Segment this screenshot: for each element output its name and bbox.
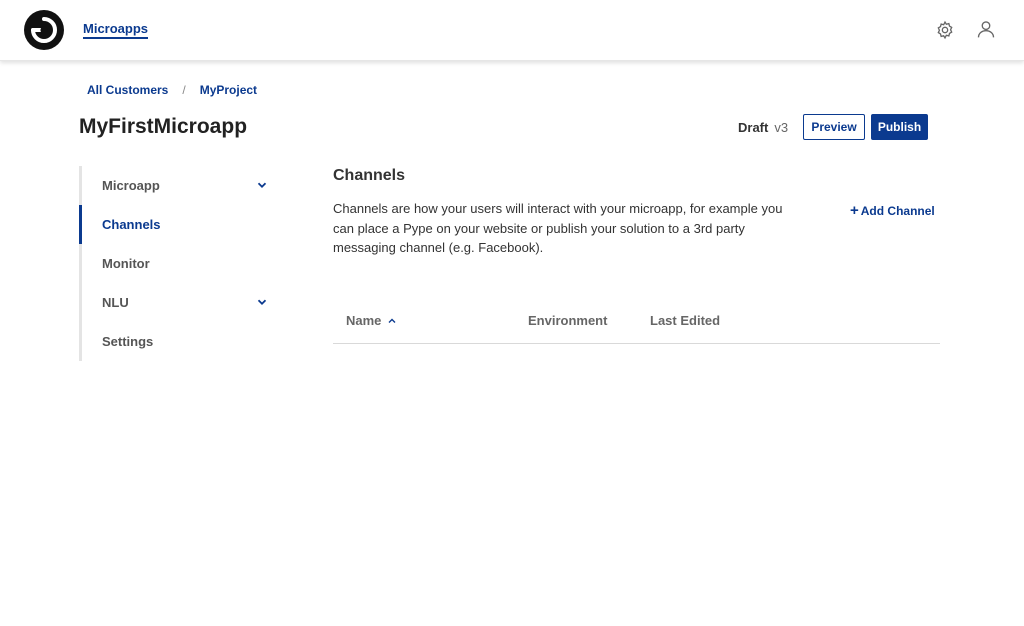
chevron-down-icon[interactable] (257, 180, 267, 190)
sidebar-item-nlu[interactable]: NLU (82, 283, 279, 322)
chevron-down-icon[interactable] (257, 297, 267, 307)
microapps-link[interactable]: Microapps (83, 21, 149, 39)
top-bar: Microapps (0, 0, 1024, 61)
brand-logo-icon[interactable] (24, 10, 64, 50)
column-label: Name (346, 313, 382, 328)
sidebar-item-label: Settings (102, 334, 154, 349)
add-channel-label: Add Channel (860, 204, 935, 218)
sidebar-item-label: NLU (102, 295, 129, 310)
column-header-name[interactable]: Name (346, 313, 397, 328)
sort-ascending-icon[interactable] (387, 316, 397, 326)
page-title: MyFirstMicroapp (79, 115, 248, 138)
sidebar-item-settings[interactable]: Settings (82, 322, 279, 361)
plus-icon: + (850, 202, 859, 219)
column-label: Environment (528, 313, 608, 328)
column-header-last-edited[interactable]: Last Edited (650, 313, 720, 328)
breadcrumb: All Customers / MyProject (87, 83, 257, 97)
sidebar-nav: Microapp Channels Monitor NLU Settings (79, 166, 279, 361)
column-label: Last Edited (650, 313, 721, 328)
section-description: Channels are how your users will interac… (333, 201, 783, 255)
version-status: Draft v3 (738, 120, 788, 135)
sidebar-item-monitor[interactable]: Monitor (82, 244, 279, 283)
breadcrumb-separator: / (182, 83, 186, 97)
sidebar-item-label: Monitor (102, 256, 150, 271)
breadcrumb-all-customers[interactable]: All Customers (87, 83, 168, 97)
sidebar-item-channels[interactable]: Channels (79, 205, 279, 244)
add-channel-button[interactable]: + Add Channel (850, 202, 935, 219)
sidebar-item-label: Channels (102, 217, 161, 232)
sidebar-item-microapp[interactable]: Microapp (82, 166, 279, 205)
channels-table-header: Name Environment Last Edited (333, 305, 940, 344)
publish-button[interactable]: Publish (871, 114, 928, 140)
version-label: v3 (774, 120, 789, 135)
user-icon[interactable] (976, 19, 996, 39)
breadcrumb-myproject[interactable]: MyProject (200, 83, 257, 97)
gear-icon[interactable] (935, 20, 955, 40)
section-title: Channels (333, 167, 406, 184)
column-header-environment[interactable]: Environment (528, 313, 607, 328)
draft-status-label: Draft (738, 120, 769, 135)
sidebar-item-label: Microapp (102, 178, 160, 193)
preview-button[interactable]: Preview (803, 114, 865, 140)
